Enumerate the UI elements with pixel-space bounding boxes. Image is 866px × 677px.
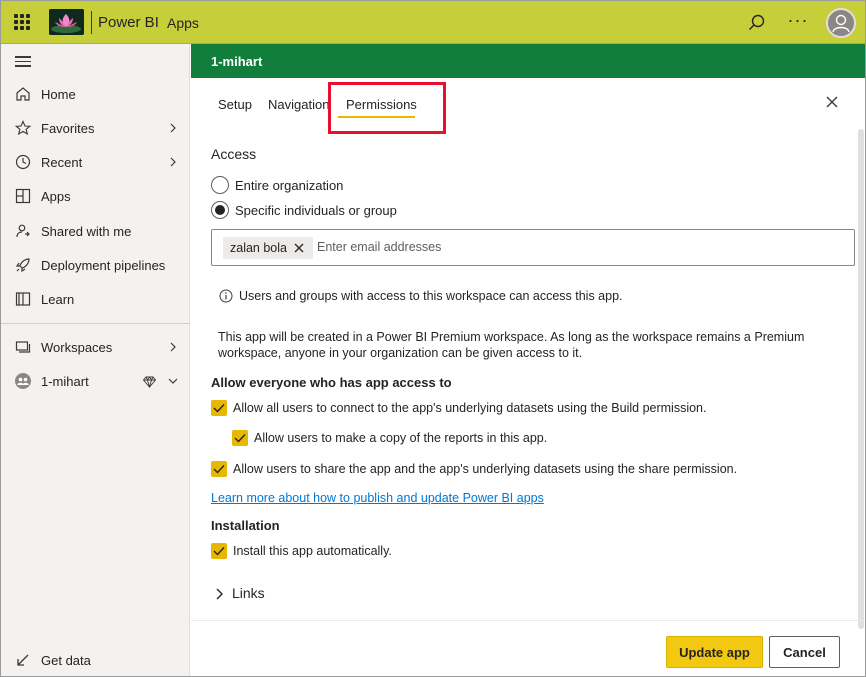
brand-divider [91, 11, 92, 34]
checkbox-label-share-permission[interactable]: Allow users to share the app and the app… [233, 462, 737, 476]
radio-specific-individuals[interactable] [211, 201, 229, 219]
top-bar: Power BI Apps ··· [1, 1, 865, 44]
sidebar-item-label: Get data [41, 652, 91, 668]
collapse-nav-icon[interactable] [15, 56, 31, 68]
chevron-down-icon[interactable] [167, 375, 179, 387]
sidebar-item-label: Recent [41, 154, 83, 170]
email-placeholder[interactable]: Enter email addresses [317, 240, 441, 254]
app-settings-panel: 1-mihart Setup Navigation Permissions Ac… [191, 44, 865, 676]
more-options-icon[interactable]: ··· [787, 10, 809, 32]
info-icon [219, 289, 233, 303]
remove-user-icon[interactable] [293, 242, 305, 254]
breadcrumb-apps[interactable]: Apps [167, 15, 199, 31]
learn-more-link[interactable]: Learn more about how to publish and upda… [211, 491, 544, 505]
chevron-right-icon [216, 588, 223, 600]
diamond-icon [143, 375, 156, 388]
sidebar-item-label: Learn [41, 291, 75, 307]
user-avatar-icon[interactable] [826, 8, 856, 38]
sidebar-item-deployment-pipelines[interactable]: Deployment pipelines [1, 250, 190, 280]
radio-label-entire-organization[interactable]: Entire organization [235, 178, 343, 193]
access-heading: Access [211, 146, 257, 162]
chevron-right-icon[interactable] [167, 122, 179, 134]
sidebar-item-recent[interactable]: Recent [1, 147, 190, 177]
sidebar-item-label: 1-mihart [41, 373, 89, 389]
home-icon [16, 87, 30, 101]
sidebar-item-get-data[interactable]: Get data [1, 645, 190, 675]
checkmark-icon [213, 404, 225, 413]
user-chip-label: zalan bola [230, 241, 287, 255]
star-icon [14, 120, 32, 136]
rocket-icon [15, 258, 30, 273]
sidebar: Home Favorites Recent Apps Shared with m… [1, 44, 190, 676]
get-data-arrow-icon [17, 654, 29, 666]
sidebar-item-home[interactable]: Home [1, 79, 190, 109]
sidebar-item-label: Workspaces [41, 339, 113, 355]
sidebar-item-favorites[interactable]: Favorites [1, 113, 190, 143]
sidebar-item-label: Home [41, 86, 76, 102]
links-section-label: Links [232, 585, 265, 601]
footer-divider [191, 620, 865, 621]
chevron-right-icon[interactable] [167, 341, 179, 353]
checkbox-label-build-permission[interactable]: Allow all users to connect to the app's … [233, 401, 707, 415]
checkmark-icon [213, 465, 225, 474]
app-launcher-icon[interactable] [14, 14, 30, 30]
book-icon [15, 292, 31, 306]
checkmark-icon [213, 547, 225, 556]
permissions-tab-highlight [328, 82, 446, 134]
workspaces-icon [15, 341, 31, 353]
premium-notice: This app will be created in a Power BI P… [218, 330, 805, 360]
sidebar-item-current-workspace[interactable]: 1-mihart [1, 366, 190, 396]
checkbox-copy-reports[interactable] [232, 430, 248, 446]
org-logo [49, 9, 84, 35]
shared-icon [16, 224, 30, 238]
sidebar-item-label: Deployment pipelines [41, 257, 166, 273]
allow-heading: Allow everyone who has app access to [211, 375, 452, 390]
checkmark-icon [234, 434, 246, 443]
checkbox-label-install-automatically[interactable]: Install this app automatically. [233, 544, 392, 558]
clock-icon [15, 154, 31, 170]
checkbox-build-permission[interactable] [211, 400, 227, 416]
access-info-text: Users and groups with access to this wor… [239, 289, 623, 303]
email-field[interactable]: zalan bola Enter email addresses [211, 229, 855, 266]
app-window: Power BI Apps ··· Home Favorites Recent … [0, 0, 866, 677]
sidebar-item-workspaces[interactable]: Workspaces [1, 332, 190, 362]
links-section-toggle[interactable]: Links [211, 584, 331, 604]
apps-icon [15, 188, 31, 204]
sidebar-item-learn[interactable]: Learn [1, 284, 190, 314]
user-chip: zalan bola [223, 237, 313, 259]
update-app-button[interactable]: Update app [666, 636, 763, 668]
tab-navigation[interactable]: Navigation [268, 97, 329, 112]
tab-setup[interactable]: Setup [218, 97, 252, 112]
installation-heading: Installation [211, 518, 280, 533]
search-icon[interactable] [746, 12, 768, 34]
close-icon[interactable] [824, 94, 840, 110]
scrollbar[interactable] [858, 129, 864, 629]
chevron-right-icon[interactable] [167, 156, 179, 168]
radio-entire-organization[interactable] [211, 176, 229, 194]
checkbox-label-copy-reports[interactable]: Allow users to make a copy of the report… [254, 431, 547, 445]
radio-label-specific-individuals[interactable]: Specific individuals or group [235, 203, 397, 218]
workspace-header: 1-mihart [191, 44, 865, 78]
workspace-avatar-icon [15, 373, 31, 389]
sidebar-item-apps[interactable]: Apps [1, 181, 190, 211]
sidebar-item-label: Favorites [41, 120, 95, 136]
checkbox-install-automatically[interactable] [211, 543, 227, 559]
workspace-title: 1-mihart [211, 54, 263, 69]
brand-title[interactable]: Power BI [98, 14, 159, 31]
sidebar-divider [1, 323, 190, 324]
checkbox-share-permission[interactable] [211, 461, 227, 477]
sidebar-item-label: Shared with me [41, 223, 132, 239]
cancel-button[interactable]: Cancel [769, 636, 840, 668]
sidebar-item-label: Apps [41, 188, 71, 204]
sidebar-item-shared[interactable]: Shared with me [1, 216, 190, 246]
